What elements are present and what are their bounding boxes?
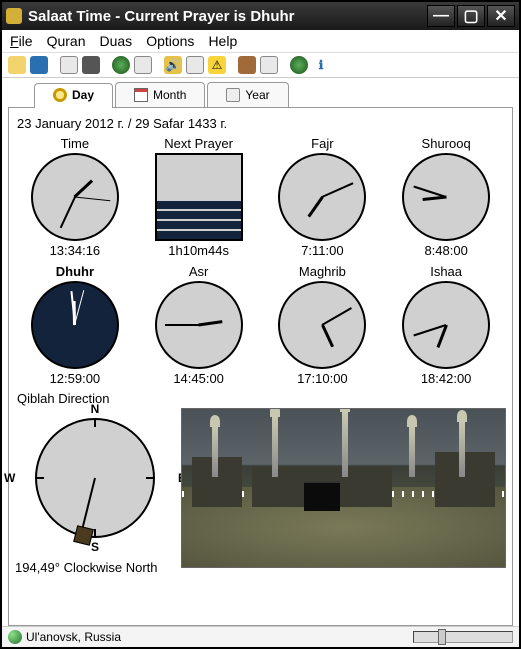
app-icon	[6, 8, 22, 24]
tab-month[interactable]: Month	[115, 82, 205, 107]
value-time: 13:34:16	[50, 243, 101, 258]
tab-year-label: Year	[245, 88, 269, 102]
menu-help[interactable]: Help	[208, 33, 237, 49]
tb-refresh-icon[interactable]	[290, 56, 308, 74]
year-icon	[226, 88, 240, 102]
tb-globe-icon[interactable]	[112, 56, 130, 74]
label-maghrib: Maghrib	[299, 264, 346, 279]
close-button[interactable]: ✕	[487, 5, 515, 27]
clock-shurooq	[402, 153, 490, 241]
clock-asr	[155, 281, 243, 369]
tab-year[interactable]: Year	[207, 82, 288, 107]
compass	[35, 418, 155, 538]
value-shurooq: 8:48:00	[424, 243, 467, 258]
label-asr: Asr	[189, 264, 209, 279]
maximize-button[interactable]: ▢	[457, 5, 485, 27]
compass-needle	[81, 478, 96, 530]
label-ishaa: Ishaa	[430, 264, 462, 279]
cell-dhuhr: Dhuhr 12:59:00	[15, 263, 135, 387]
qiblah-panel: N S E W 194,49° Clockwise N	[15, 408, 175, 575]
tab-panel-day: 23 January 2012 г. / 29 Safar 1433 г. Ti…	[8, 107, 513, 626]
tb-doc-icon[interactable]	[134, 56, 152, 74]
clock-ishaa	[402, 281, 490, 369]
clock-fajr	[278, 153, 366, 241]
title-bar: Salaat Time - Current Prayer is Dhuhr — …	[2, 2, 519, 30]
clock-time	[31, 153, 119, 241]
label-next: Next Prayer	[164, 136, 233, 151]
qiblah-value: 194,49° Clockwise North	[15, 560, 175, 575]
tb-book-icon[interactable]	[260, 56, 278, 74]
menu-quran[interactable]: Quran	[47, 33, 86, 49]
status-bar: Ul'anovsk, Russia	[2, 626, 519, 647]
window-title: Salaat Time - Current Prayer is Dhuhr	[28, 8, 427, 25]
label-shurooq: Shurooq	[422, 136, 471, 151]
compass-w: W	[4, 471, 15, 485]
tb-icon-1[interactable]	[8, 56, 26, 74]
content-area: Day Month Year 23 January 2012 г. / 29 S…	[2, 78, 519, 626]
value-fajr: 7:11:00	[301, 243, 343, 258]
value-next: 1h10m44s	[168, 243, 229, 258]
globe-icon	[8, 630, 22, 644]
tb-copy-icon[interactable]	[60, 56, 78, 74]
date-line: 23 January 2012 г. / 29 Safar 1433 г.	[17, 116, 506, 131]
value-maghrib: 17:10:00	[297, 371, 348, 386]
prayer-grid: Time 13:34:16 Next Prayer 1h10m44s	[15, 135, 506, 387]
clock-maghrib	[278, 281, 366, 369]
tab-day-label: Day	[72, 88, 94, 102]
minimize-button[interactable]: —	[427, 5, 455, 27]
countdown-box	[155, 153, 243, 241]
app-window: Salaat Time - Current Prayer is Dhuhr — …	[0, 0, 521, 649]
tb-sound-icon[interactable]: 🔊	[164, 56, 182, 74]
value-asr: 14:45:00	[173, 371, 224, 386]
label-dhuhr: Dhuhr	[56, 264, 94, 279]
value-dhuhr: 12:59:00	[50, 371, 101, 386]
slider-thumb[interactable]	[438, 629, 446, 645]
status-location: Ul'anovsk, Russia	[26, 630, 121, 644]
menu-bar: File Quran Duas Options Help	[2, 30, 519, 53]
cell-fajr: Fajr 7:11:00	[263, 135, 383, 259]
tb-icon-2[interactable]	[30, 56, 48, 74]
cell-next: Next Prayer 1h10m44s	[139, 135, 259, 259]
cell-shurooq: Shurooq 8:48:00	[386, 135, 506, 259]
value-ishaa: 18:42:00	[421, 371, 472, 386]
menu-duas[interactable]: Duas	[100, 33, 133, 49]
cell-time: Time 13:34:16	[15, 135, 135, 259]
tab-strip: Day Month Year	[34, 82, 513, 107]
tb-info-icon[interactable]: ℹ	[312, 56, 330, 74]
compass-n: N	[91, 402, 100, 416]
menu-file[interactable]: File	[10, 33, 33, 49]
compass-s: S	[91, 540, 99, 554]
label-time: Time	[61, 136, 89, 151]
tab-month-label: Month	[153, 88, 186, 102]
sun-icon	[53, 88, 67, 102]
volume-slider[interactable]	[413, 631, 513, 643]
toolbar: 🔊 ⚠ ℹ	[2, 53, 519, 78]
tab-day[interactable]: Day	[34, 83, 113, 108]
cell-ishaa: Ishaa 18:42:00	[386, 263, 506, 387]
clock-dhuhr	[31, 281, 119, 369]
label-fajr: Fajr	[311, 136, 333, 151]
calendar-icon	[134, 88, 148, 102]
tb-cal-icon[interactable]	[186, 56, 204, 74]
cell-maghrib: Maghrib 17:10:00	[263, 263, 383, 387]
tb-warn-icon[interactable]: ⚠	[208, 56, 226, 74]
tb-home-icon[interactable]	[238, 56, 256, 74]
mecca-photo	[181, 408, 506, 568]
menu-options[interactable]: Options	[146, 33, 194, 49]
tb-print-icon[interactable]	[82, 56, 100, 74]
cell-asr: Asr 14:45:00	[139, 263, 259, 387]
